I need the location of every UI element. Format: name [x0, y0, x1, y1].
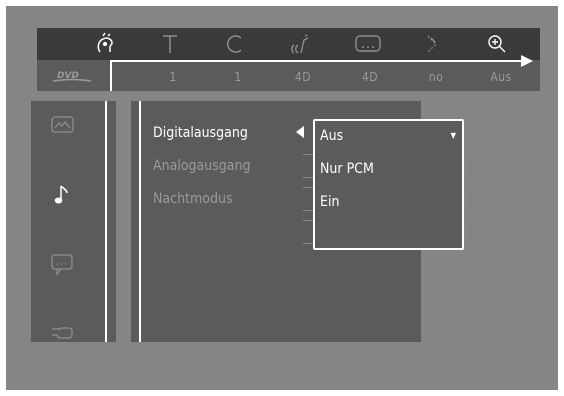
- selection-pointer-icon: [296, 126, 304, 138]
- digitalausgang-dropdown[interactable]: Aus ▼ Nur PCM Ein: [313, 119, 464, 250]
- picture-icon[interactable]: [49, 113, 75, 137]
- menu-item-digitalausgang[interactable]: Digitalausgang: [153, 125, 248, 141]
- top-divider-horizontal: [110, 60, 530, 62]
- top-bar: DVD 1 1 4D 4D no Aus: [37, 28, 540, 91]
- subtitle-icon[interactable]: [353, 32, 383, 56]
- main-divider: [139, 101, 141, 342]
- left-nav: [31, 101, 116, 342]
- speech-bubble-icon[interactable]: [49, 252, 75, 276]
- dvd-logo: DVD: [47, 68, 97, 84]
- top-value-6: Aus: [490, 70, 512, 84]
- top-divider-vertical: [110, 60, 112, 91]
- clock-icon[interactable]: [222, 32, 248, 56]
- top-arrow-icon: [521, 55, 533, 67]
- top-icon-row: [37, 28, 540, 60]
- top-value-3: 4D: [294, 70, 312, 84]
- character-icon[interactable]: [93, 32, 119, 56]
- screen: DVD 1 1 4D 4D no Aus Digitalausgang Anal…: [6, 6, 558, 390]
- music-note-icon[interactable]: [49, 182, 75, 206]
- option-ein[interactable]: Ein: [320, 194, 339, 210]
- top-value-2: 1: [234, 70, 242, 84]
- top-value-5: no: [428, 70, 444, 84]
- option-aus[interactable]: Aus: [320, 128, 343, 144]
- arrow-icon[interactable]: [419, 32, 445, 56]
- sound-wave-icon[interactable]: [287, 32, 313, 56]
- menu-item-analogausgang[interactable]: Analogausgang: [153, 158, 250, 174]
- option-nur-pcm[interactable]: Nur PCM: [320, 161, 374, 177]
- top-value-4: 4D: [361, 70, 379, 84]
- top-value-1: 1: [169, 70, 177, 84]
- chevron-down-icon: ▼: [450, 131, 456, 140]
- hand-icon[interactable]: [49, 320, 75, 344]
- zoom-icon[interactable]: [484, 32, 510, 56]
- left-nav-divider: [105, 101, 107, 342]
- text-icon[interactable]: [157, 32, 183, 56]
- menu-item-nachtmodus[interactable]: Nachtmodus: [153, 191, 233, 207]
